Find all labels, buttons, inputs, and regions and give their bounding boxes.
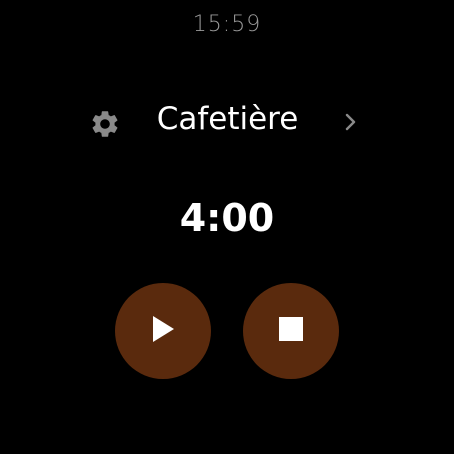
- play-icon: [150, 315, 176, 347]
- chevron-right-icon: [342, 111, 358, 137]
- status-time: 15:59: [192, 12, 262, 37]
- settings-button[interactable]: [85, 104, 125, 144]
- stop-button[interactable]: [243, 283, 339, 379]
- timer-display: 4:00: [179, 196, 275, 240]
- gear-icon: [89, 108, 121, 140]
- play-button[interactable]: [115, 283, 211, 379]
- stop-icon: [279, 317, 303, 345]
- next-preset-button[interactable]: [335, 108, 365, 140]
- preset-name: Cafetière: [156, 101, 299, 137]
- watch-screen: 15:59 Cafetière 4:00: [0, 0, 454, 454]
